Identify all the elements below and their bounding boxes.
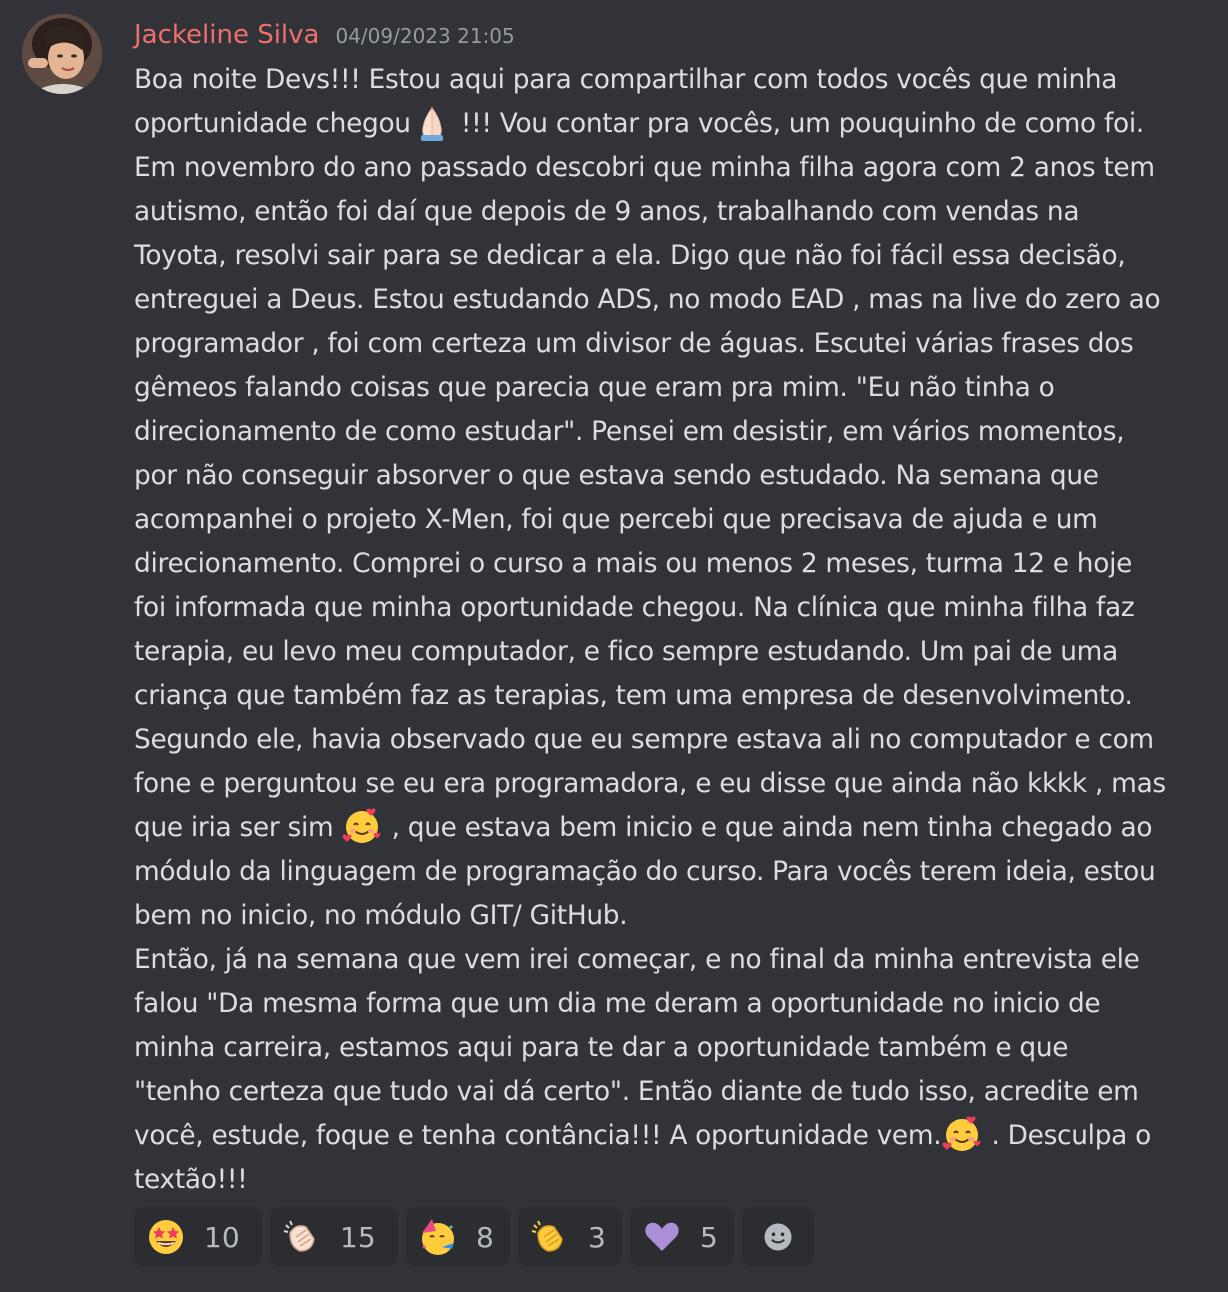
add-reaction-smiley-icon — [764, 1223, 792, 1251]
message-line: Boa noite Devs!!! Estou aqui para compar… — [134, 64, 1118, 95]
message-line: fone e perguntou se eu era programadora,… — [134, 768, 1166, 799]
message-line: direcionamento. Comprei o curso a mais o… — [134, 548, 1133, 579]
reaction-count: 5 — [700, 1220, 718, 1254]
message-line: oportunidade chegou !!! Vou contar pra v… — [134, 102, 1204, 146]
smiling-face-with-hearts-icon — [341, 806, 383, 846]
user-avatar[interactable] — [22, 14, 102, 94]
purple-heart-icon — [642, 1217, 682, 1257]
reaction-count: 3 — [588, 1220, 606, 1254]
reaction-clapping-hands[interactable]: 3 — [518, 1207, 622, 1267]
author-name[interactable]: Jackeline Silva — [134, 16, 319, 54]
message-line: direcionamento de como estudar". Pensei … — [134, 416, 1125, 447]
message-line: programador , foi com certeza um divisor… — [134, 328, 1134, 359]
message-line: terapia, eu levo meu computador, e fico … — [134, 636, 1118, 667]
reaction-partying-face[interactable]: 8 — [406, 1207, 510, 1267]
message-line: por não conseguir absorver o que estava … — [134, 460, 1099, 491]
message-line: entreguei a Deus. Estou estudando ADS, n… — [134, 284, 1161, 315]
message-line: criança que também faz as terapias, tem … — [134, 680, 1133, 711]
message-line: Em novembro do ano passado descobri que … — [134, 152, 1155, 183]
message-line: você, estude, foque e tenha contância!!!… — [134, 1114, 1204, 1158]
message-line: que iria ser sim , que estava bem inicio… — [134, 806, 1204, 850]
message-line: minha carreira, estamos aqui para te dar… — [134, 1032, 1069, 1063]
message-header: Jackeline Silva 04/09/2023 21:05 — [134, 16, 515, 56]
reactions-bar: 10 15 8 3 5 — [134, 1207, 814, 1267]
partying-face-icon — [418, 1217, 458, 1257]
reaction-count: 15 — [340, 1220, 376, 1254]
reaction-purple-heart[interactable]: 5 — [630, 1207, 734, 1267]
smiling-face-with-hearts-icon — [941, 1114, 983, 1154]
folded-hands-icon — [411, 102, 453, 142]
clapping-hands-light-icon — [282, 1217, 322, 1257]
message-line: falou "Da mesma forma que um dia me dera… — [134, 988, 1101, 1019]
message-line: módulo da linguagem de programação do cu… — [134, 856, 1156, 887]
reaction-star-struck[interactable]: 10 — [134, 1207, 262, 1267]
message-line: Então, já na semana que vem irei começar… — [134, 944, 1140, 975]
message-timestamp[interactable]: 04/09/2023 21:05 — [335, 24, 514, 48]
star-struck-icon — [146, 1217, 186, 1257]
reaction-count: 8 — [476, 1220, 494, 1254]
avatar-photo — [22, 14, 102, 94]
message-line: bem no inicio, no módulo GIT/ GitHub. — [134, 900, 628, 931]
message-line: textão!!! — [134, 1164, 248, 1195]
message-line: autismo, então foi daí que depois de 9 a… — [134, 196, 1080, 227]
clapping-hands-icon — [530, 1217, 570, 1257]
message-content: Boa noite Devs!!! Estou aqui para compar… — [134, 58, 1204, 1202]
message-line: acompanhei o projeto X-Men, foi que perc… — [134, 504, 1098, 535]
message-line: Toyota, resolvi sair para se dedicar a e… — [134, 240, 1126, 271]
add-reaction-button[interactable] — [742, 1207, 814, 1267]
message-line: foi informada que minha oportunidade che… — [134, 592, 1135, 623]
reaction-count: 10 — [204, 1220, 240, 1254]
message-line: Segundo ele, havia observado que eu semp… — [134, 724, 1154, 755]
message-line: gêmeos falando coisas que parecia que er… — [134, 372, 1055, 403]
message-line: "tenho certeza que tudo vai dá certo". E… — [134, 1076, 1139, 1107]
reaction-clapping-hands-light[interactable]: 15 — [270, 1207, 398, 1267]
chat-message: Jackeline Silva 04/09/2023 21:05 Boa noi… — [0, 0, 1228, 1292]
